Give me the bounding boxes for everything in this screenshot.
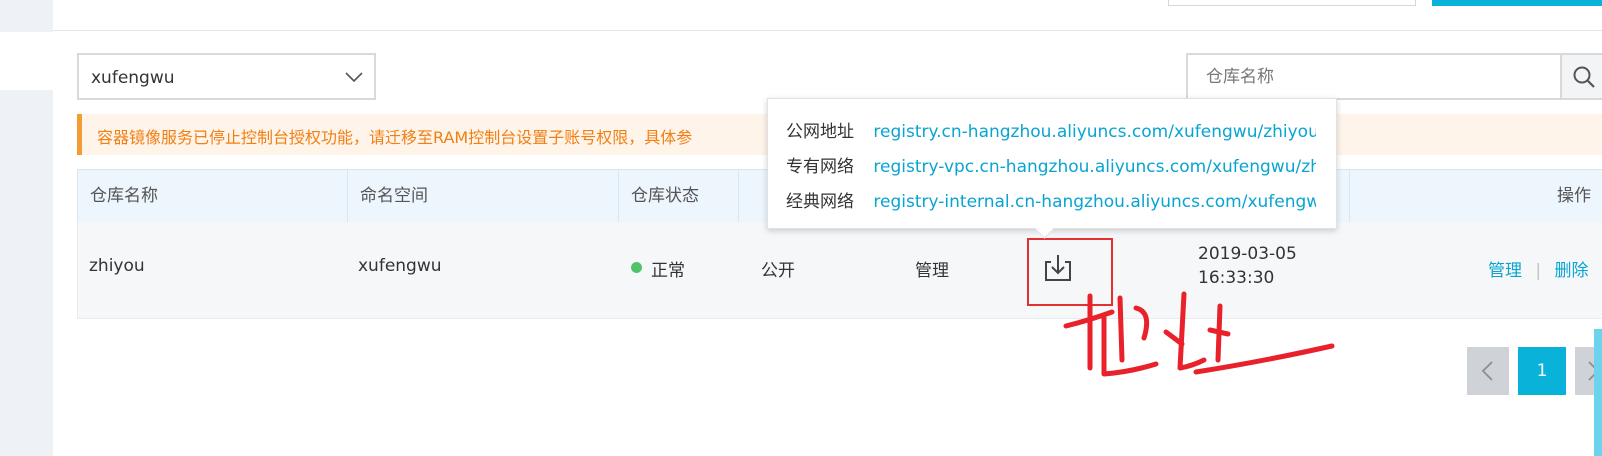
namespace-select-value: xufengwu bbox=[91, 68, 175, 88]
address-popover: 公网地址 registry.cn-hangzhou.aliyuncs.com/x… bbox=[767, 98, 1337, 239]
status-dot bbox=[631, 262, 642, 273]
classic-address-row: 经典网络 registry-internal.cn-hangzhou.aliyu… bbox=[786, 187, 1316, 211]
feedback-float[interactable] bbox=[1594, 329, 1602, 456]
classic-address-label: 经典网络 bbox=[786, 192, 854, 211]
table-row: zhiyou xufengwu 正常 公开 管理 2019-03-05 16:3… bbox=[77, 222, 1602, 319]
handwritten-annotation bbox=[1063, 291, 1335, 377]
cell-namespace: xufengwu bbox=[358, 256, 442, 276]
chevron-left-icon bbox=[1481, 361, 1493, 381]
page-number-1[interactable]: 1 bbox=[1518, 347, 1566, 395]
column-header-repo-name[interactable]: 仓库名称 bbox=[78, 170, 348, 223]
warning-text: 容器镜像服务已停止控制台授权功能，请迁移至RAM控制台设置子账号权限，具体参 bbox=[97, 128, 693, 147]
cell-repo-name: zhiyou bbox=[89, 256, 145, 276]
column-header-namespace[interactable]: 命名空间 bbox=[348, 170, 619, 223]
vpc-address-url[interactable]: registry-vpc.cn-hangzhou.aliyuncs.com/xu… bbox=[873, 157, 1316, 176]
search-input[interactable] bbox=[1186, 53, 1562, 100]
public-address-row: 公网地址 registry.cn-hangzhou.aliyuncs.com/x… bbox=[786, 117, 1316, 141]
page-prev-button[interactable] bbox=[1467, 347, 1509, 395]
column-header-operation: 操作 bbox=[1557, 186, 1591, 206]
chevron-down-icon bbox=[345, 72, 363, 83]
cell-created-date: 2019-03-05 bbox=[1198, 244, 1297, 264]
sidebar bbox=[0, 0, 53, 32]
search-icon bbox=[1573, 66, 1595, 88]
sidebar-lower bbox=[0, 90, 53, 456]
operation-separator: | bbox=[1535, 261, 1542, 281]
status-text: 正常 bbox=[651, 261, 685, 281]
header-input[interactable] bbox=[1168, 0, 1416, 6]
column-header-repo-status[interactable]: 仓库状态 bbox=[619, 170, 739, 223]
public-address-url[interactable]: registry.cn-hangzhou.aliyuncs.com/xufeng… bbox=[873, 122, 1316, 141]
vpc-address-label: 专有网络 bbox=[786, 157, 854, 176]
public-address-label: 公网地址 bbox=[786, 122, 854, 141]
operation-links: 管理 | 删除 bbox=[1488, 256, 1589, 281]
delete-link[interactable]: 删除 bbox=[1555, 261, 1589, 281]
classic-address-url[interactable]: registry-internal.cn-hangzhou.aliyuncs.c… bbox=[873, 192, 1316, 211]
manage-link[interactable]: 管理 bbox=[1488, 261, 1522, 281]
cell-visibility: 公开 bbox=[761, 261, 795, 281]
cell-status: 正常 bbox=[631, 256, 701, 281]
vpc-address-row: 专有网络 registry-vpc.cn-hangzhou.aliyuncs.c… bbox=[786, 152, 1316, 176]
search-button[interactable] bbox=[1560, 53, 1602, 100]
cell-manage-text: 管理 bbox=[915, 261, 949, 281]
sidebar-gap bbox=[0, 32, 53, 90]
namespace-select[interactable]: xufengwu bbox=[77, 53, 376, 100]
header-primary-button[interactable] bbox=[1432, 0, 1602, 6]
